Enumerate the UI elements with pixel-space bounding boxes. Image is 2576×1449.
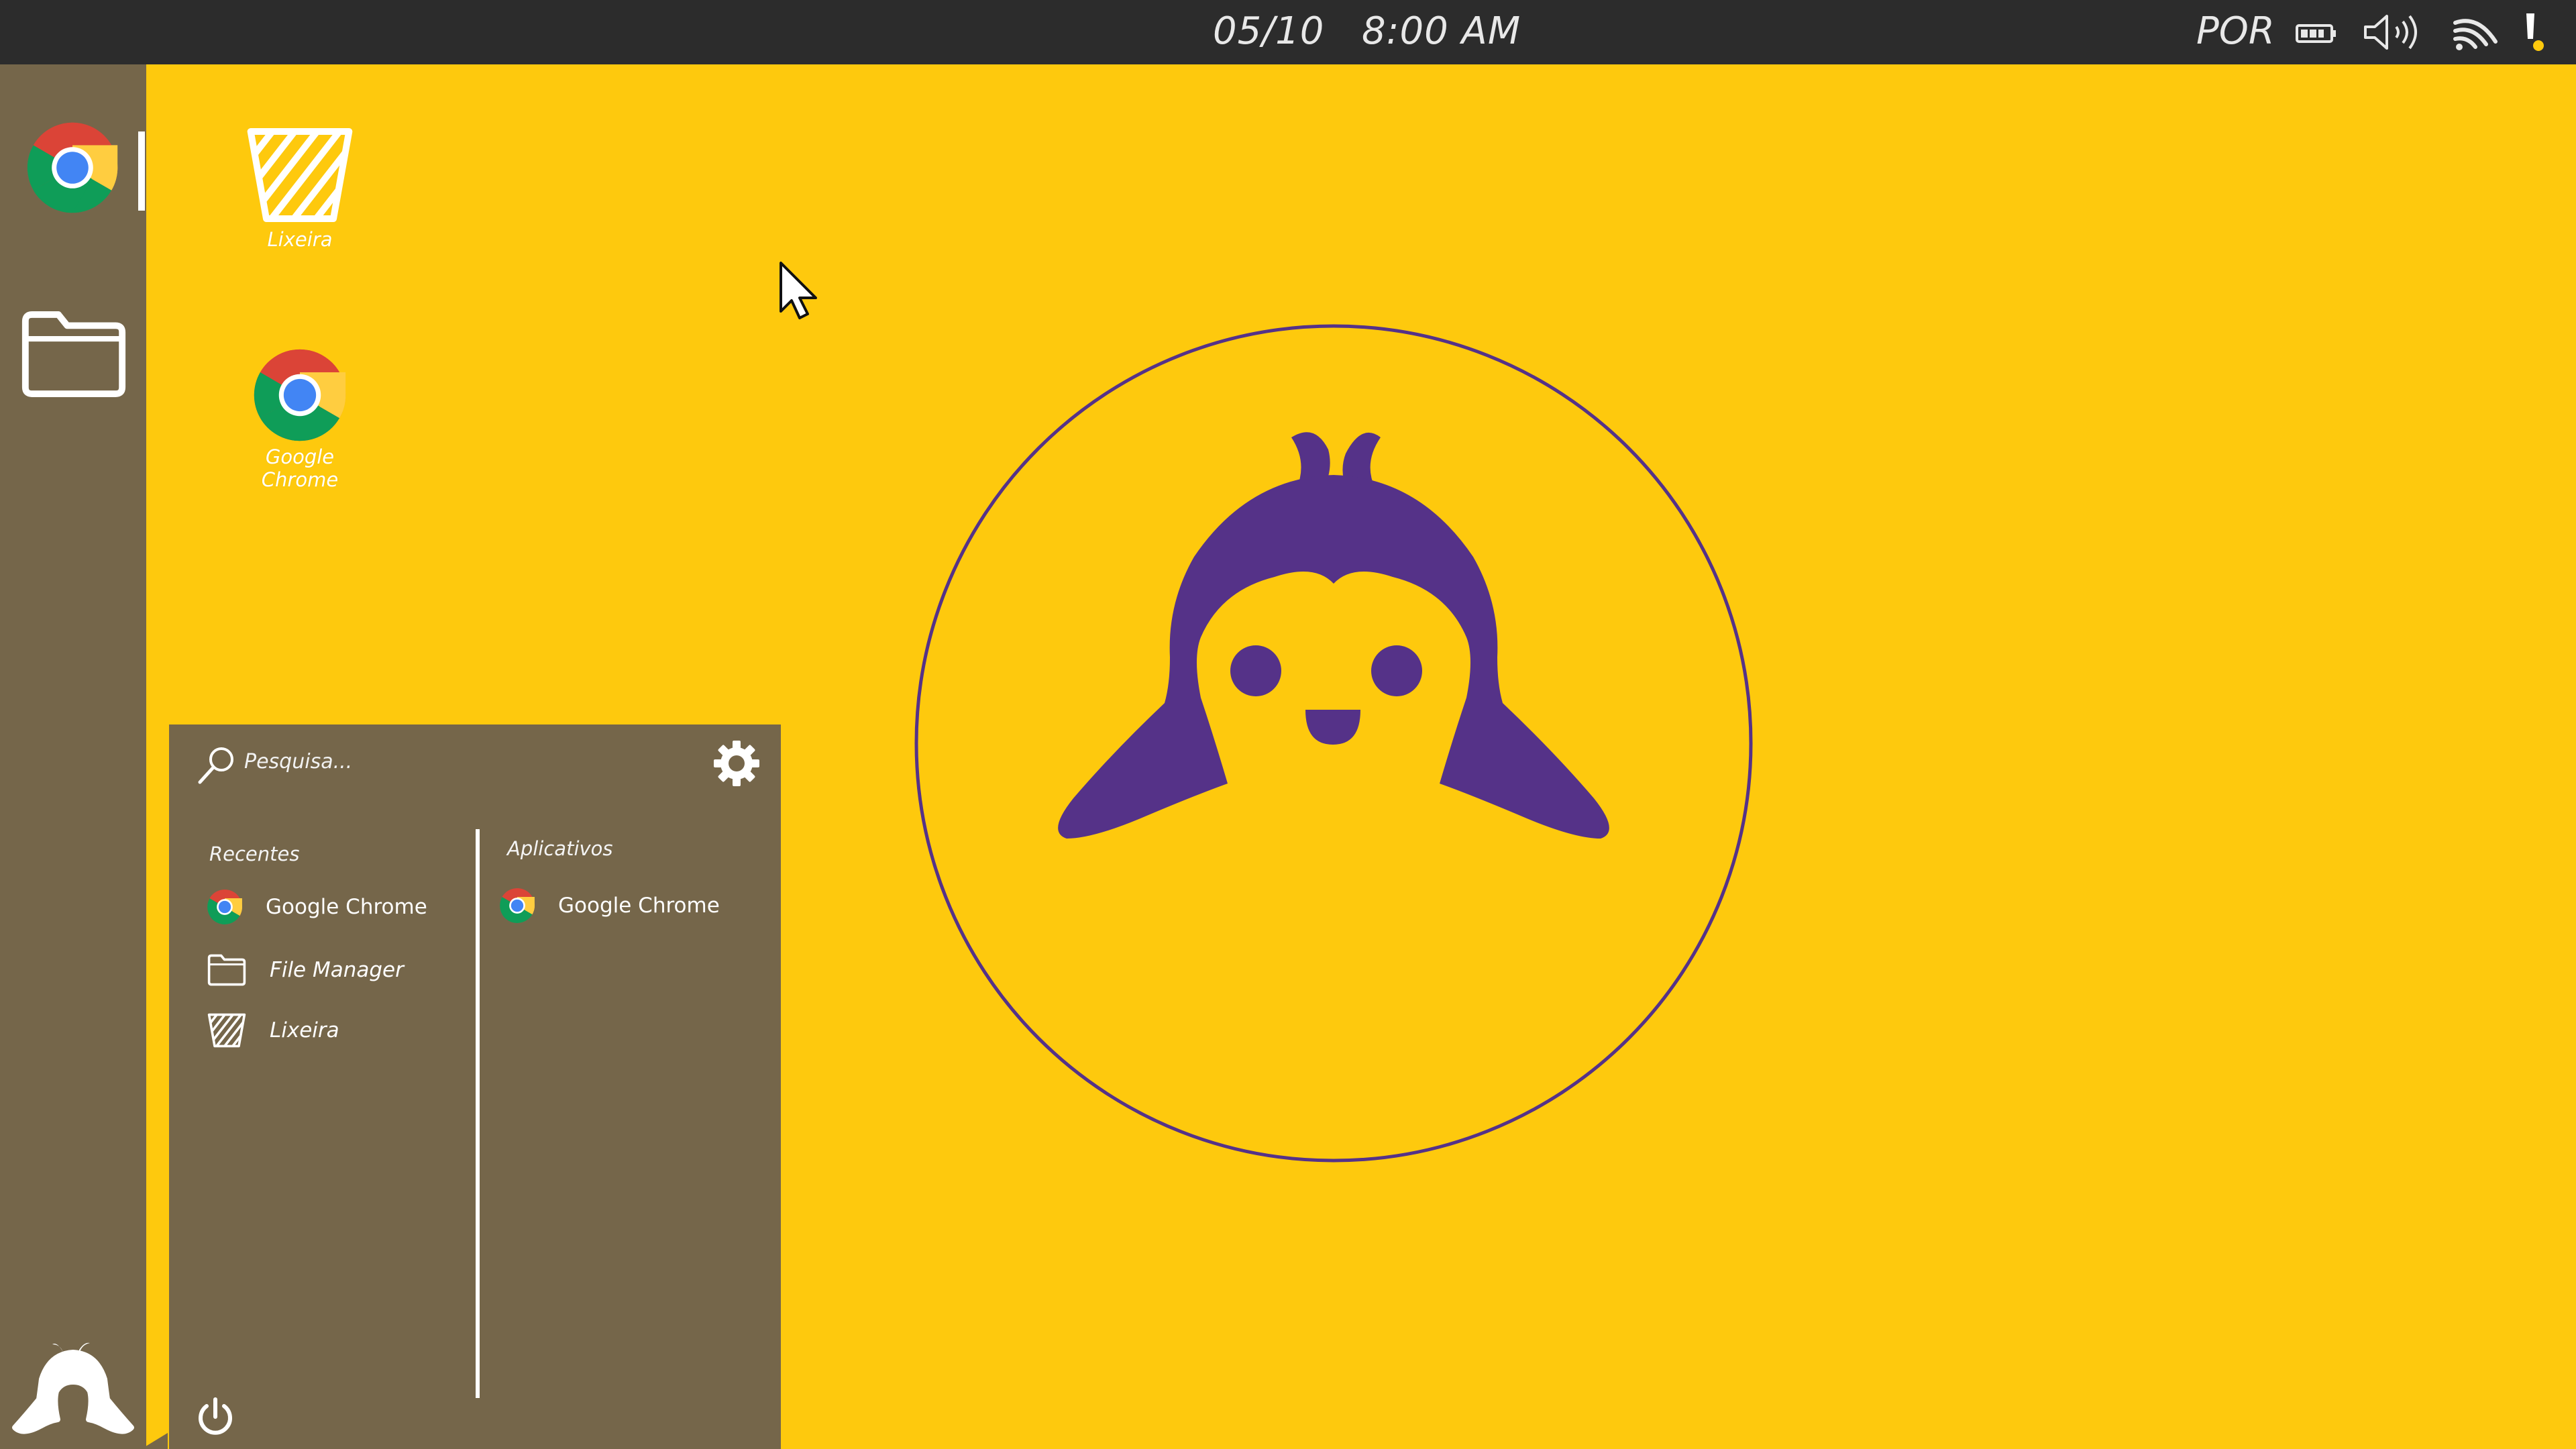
chrome-icon — [252, 347, 347, 443]
recent-section-title: Recentes — [209, 843, 300, 865]
dock — [0, 64, 168, 1449]
clock-date[interactable]: 05/10 — [1213, 9, 1324, 53]
chrome-icon — [207, 889, 243, 925]
launcher-divider — [476, 829, 480, 1398]
app-item-label: Google Chrome — [558, 894, 720, 918]
chrome-icon — [499, 888, 535, 924]
keyboard-layout-indicator[interactable]: POR — [2196, 9, 2275, 53]
recent-item-label: Google Chrome — [266, 895, 427, 919]
power-icon[interactable] — [193, 1395, 237, 1440]
notification-alert-icon[interactable] — [2518, 12, 2556, 52]
folder-icon[interactable] — [19, 307, 129, 401]
desktop-icon-label: Google Chrome — [226, 445, 374, 491]
recent-item-google-chrome[interactable]: Google Chrome — [207, 887, 427, 927]
recent-item-file-manager[interactable]: File Manager — [207, 950, 404, 990]
search-icon — [198, 747, 233, 784]
desktop-icon-google-chrome[interactable]: Google Chrome — [226, 347, 374, 491]
desktop-icon-lixeira[interactable]: Lixeira — [226, 125, 374, 251]
gear-icon[interactable] — [712, 739, 761, 788]
desktop-icon-label-line1: Google — [265, 445, 335, 468]
recent-item-lixeira[interactable]: Lixeira — [207, 1010, 339, 1051]
volume-icon[interactable] — [2363, 12, 2424, 52]
app-launcher-menu: Pesquisa... Recentes Google Chrome File … — [169, 724, 781, 1449]
search-input[interactable]: Pesquisa... — [244, 750, 352, 773]
wallpaper-penguin-logo — [914, 324, 1753, 1163]
mouse-cursor-icon — [780, 262, 817, 319]
recent-item-label: Lixeira — [270, 1018, 339, 1042]
trash-icon — [207, 1012, 247, 1049]
active-app-indicator — [138, 131, 145, 211]
battery-icon[interactable] — [2294, 12, 2339, 52]
desktop-icon-label-line2: Chrome — [261, 468, 339, 491]
recent-item-label: File Manager — [270, 958, 404, 982]
top-panel: 05/10 8:00 AM POR — [0, 0, 2576, 64]
folder-icon — [207, 953, 247, 987]
app-item-google-chrome[interactable]: Google Chrome — [499, 885, 720, 926]
trash-icon — [243, 125, 357, 225]
wifi-icon[interactable] — [2450, 12, 2498, 52]
launcher-pointer — [144, 1433, 168, 1449]
apps-section-title: Aplicativos — [507, 837, 613, 860]
desktop-icon-label: Lixeira — [267, 228, 333, 251]
penguin-logo-icon[interactable] — [9, 1335, 137, 1442]
clock-time[interactable]: 8:00 AM — [1362, 9, 1521, 53]
chrome-icon[interactable] — [25, 121, 119, 215]
